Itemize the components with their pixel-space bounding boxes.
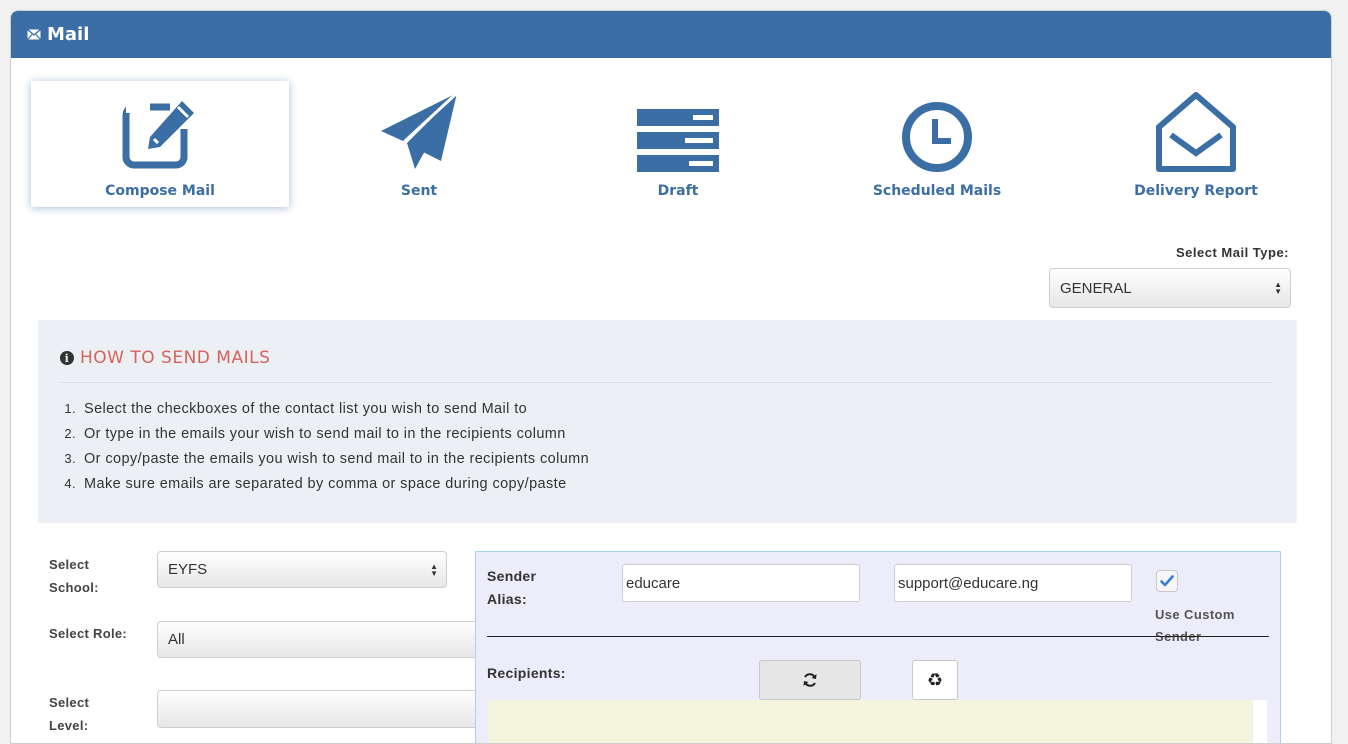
mail-type-select[interactable]: GENERAL ▲ ▼: [1049, 268, 1291, 308]
recycle-button[interactable]: ♻: [912, 660, 958, 700]
refresh-button[interactable]: [759, 660, 861, 700]
role-value: All: [168, 631, 185, 648]
mail-panel: Mail Compose Mail Sent Draft Scheduled M…: [10, 10, 1332, 744]
instructions-list: 1. Select the checkboxes of the contact l…: [60, 396, 589, 496]
list-item: 4. Make sure emails are separated by comm…: [64, 475, 567, 492]
info-icon: i: [60, 351, 74, 365]
school-select[interactable]: EYFS ▲ ▼: [157, 551, 447, 588]
nav-label: Compose Mail: [105, 183, 215, 199]
use-custom-sender-checkbox[interactable]: [1156, 570, 1178, 592]
nav-draft[interactable]: Draft: [549, 81, 807, 207]
nav-scheduled-mails[interactable]: Scheduled Mails: [808, 81, 1066, 207]
school-value: EYFS: [168, 561, 208, 578]
divider: [60, 382, 1272, 383]
sender-email-input[interactable]: support@educare.ng: [894, 564, 1132, 602]
role-select[interactable]: All: [157, 621, 487, 658]
nav-sent[interactable]: Sent: [290, 81, 548, 207]
nav-compose-mail[interactable]: Compose Mail: [31, 81, 289, 207]
scrollbar[interactable]: [1253, 700, 1267, 743]
level-label: Select Level:: [49, 695, 90, 733]
sender-alias-input[interactable]: educare: [622, 564, 860, 602]
paper-plane-icon: [377, 81, 461, 173]
recipients-label: Recipients:: [487, 665, 566, 681]
envelope-icon: [27, 29, 41, 40]
divider: [487, 636, 1269, 637]
sender-alias-label: Sender Alias:: [487, 568, 537, 607]
panel-header: Mail: [11, 11, 1331, 58]
school-label: Select School:: [49, 557, 99, 595]
sender-panel: Sender Alias: educare support@educare.ng…: [475, 551, 1281, 743]
select-arrows-icon: ▲ ▼: [1274, 280, 1282, 296]
list-item: 2. Or type in the emails your wish to sen…: [64, 425, 566, 442]
use-custom-sender-label: Use Custom Sender: [1155, 607, 1235, 644]
select-arrows-icon: ▲ ▼: [430, 561, 438, 578]
page-title: Mail: [47, 24, 90, 45]
clock-icon: [901, 81, 973, 173]
mail-type-label: Select Mail Type:: [1175, 245, 1289, 260]
role-label: Select Role:: [49, 626, 128, 641]
nav-label: Sent: [400, 183, 438, 199]
recipients-textarea[interactable]: [488, 700, 1252, 743]
instructions-title: HOW TO SEND MAILS: [80, 348, 271, 368]
level-select[interactable]: [157, 690, 487, 728]
list-item: 1. Select the checkboxes of the contact l…: [64, 400, 528, 417]
open-envelope-icon: [1155, 81, 1237, 173]
nav-label: Scheduled Mails: [872, 183, 1002, 199]
recycle-icon: ♻: [926, 669, 944, 690]
check-icon: [1160, 575, 1174, 587]
nav-label: Draft: [657, 183, 699, 199]
compose-icon: [120, 81, 200, 173]
nav-delivery-report[interactable]: Delivery Report: [1067, 81, 1325, 207]
draft-stack-icon: [637, 81, 719, 173]
instructions-heading: i HOW TO SEND MAILS: [60, 348, 270, 368]
mail-type-value: GENERAL: [1060, 279, 1132, 297]
instructions-box: i HOW TO SEND MAILS 1. Select the checkbo…: [38, 320, 1297, 523]
refresh-icon: [803, 673, 817, 687]
nav-label: Delivery Report: [1134, 183, 1258, 199]
list-item: 3. Or copy/paste the emails you wish to s…: [64, 450, 590, 467]
